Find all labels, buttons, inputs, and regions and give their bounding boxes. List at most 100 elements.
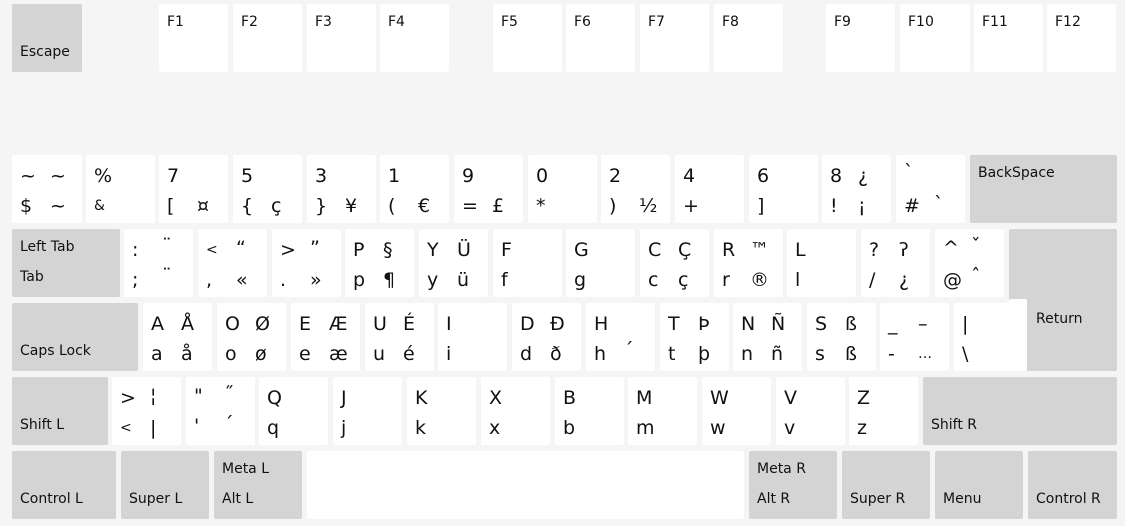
f6-key[interactable]: F6 xyxy=(566,4,635,72)
f4-key[interactable]: F4 xyxy=(380,4,449,72)
letter-key-bottom-11[interactable]: Z z xyxy=(849,377,918,445)
letter-key-bottom-1[interactable]: > ¦ < | xyxy=(112,377,181,445)
key-label: F10 xyxy=(908,14,934,30)
letter-key-bottom-6[interactable]: X x xyxy=(481,377,550,445)
glyph-shift: I xyxy=(446,313,452,335)
space-bar[interactable] xyxy=(307,451,744,519)
f5-key[interactable]: F5 xyxy=(493,4,562,72)
letter-key-home-9[interactable]: N Ñ n ñ xyxy=(733,303,802,371)
letter-key-home-4[interactable]: U É u é xyxy=(365,303,434,371)
letter-key-bottom-4[interactable]: J j xyxy=(333,377,402,445)
key-label: Control L xyxy=(20,491,83,507)
glyph-base: * xyxy=(536,195,546,217)
number-key-9[interactable]: 2 ) ½ xyxy=(601,155,670,223)
glyph-base: c xyxy=(648,269,659,291)
f11-key[interactable]: F11 xyxy=(974,4,1043,72)
glyph-shift: 5 xyxy=(241,165,254,187)
number-key-4[interactable]: 5 { ç xyxy=(233,155,302,223)
glyph-base: . xyxy=(280,269,287,291)
letter-key-home-3[interactable]: E Æ e æ xyxy=(291,303,360,371)
number-key-1[interactable]: ~ ~ $ ~ xyxy=(12,155,82,223)
menu-key[interactable]: Menu xyxy=(935,451,1023,519)
escape-key[interactable]: Escape xyxy=(12,4,82,72)
letter-key-home-5[interactable]: I i xyxy=(438,303,507,371)
letter-key-top-1[interactable]: : ¨ ; ¨ xyxy=(124,229,193,297)
control-right-key[interactable]: Control R xyxy=(1028,451,1117,519)
number-key-10[interactable]: 4 + xyxy=(675,155,744,223)
super-right-key[interactable]: Super R xyxy=(842,451,930,519)
glyph-shift: L xyxy=(795,239,806,261)
glyph-base: ] xyxy=(757,195,765,217)
caps-lock-key[interactable]: Caps Lock xyxy=(12,303,138,371)
number-key-5[interactable]: 3 } ¥ xyxy=(307,155,376,223)
glyph-base: ) xyxy=(609,195,617,217)
letter-key-top-6[interactable]: F f xyxy=(493,229,562,297)
letter-key-top-4[interactable]: P § p ¶ xyxy=(345,229,414,297)
number-key-3[interactable]: 7 [ ¤ xyxy=(159,155,228,223)
letter-key-top-11[interactable]: ? ʔ / ¿ xyxy=(861,229,930,297)
number-key-7[interactable]: 9 = £ xyxy=(454,155,523,223)
glyph-shift: X xyxy=(489,387,503,409)
letter-key-home-2[interactable]: O Ø o ø xyxy=(217,303,286,371)
glyph-base: } xyxy=(315,195,328,217)
letter-key-home-12[interactable]: | \ xyxy=(954,303,1023,371)
alt-right-key[interactable]: Meta R Alt R xyxy=(749,451,837,519)
letter-key-bottom-3[interactable]: Q q xyxy=(259,377,328,445)
shift-right-key[interactable]: Shift R xyxy=(923,377,1117,445)
glyph-base: y xyxy=(427,269,439,291)
f9-key[interactable]: F9 xyxy=(826,4,895,72)
glyph-shift: S xyxy=(815,313,828,335)
letter-key-bottom-9[interactable]: W w xyxy=(702,377,771,445)
f2-key[interactable]: F2 xyxy=(233,4,302,72)
f7-key[interactable]: F7 xyxy=(640,4,709,72)
f8-key[interactable]: F8 xyxy=(714,4,783,72)
letter-key-bottom-8[interactable]: M m xyxy=(628,377,697,445)
glyph-alt: æ xyxy=(329,343,348,365)
f3-key[interactable]: F3 xyxy=(307,4,376,72)
glyph-base: / xyxy=(869,269,876,291)
number-key-2[interactable]: % & xyxy=(86,155,155,223)
letter-key-home-1[interactable]: A Å a å xyxy=(143,303,212,371)
letter-key-top-3[interactable]: > ” . » xyxy=(272,229,341,297)
number-key-8[interactable]: 0 * xyxy=(528,155,597,223)
key-label-bottom: Alt L xyxy=(222,491,254,507)
glyph-shift: Q xyxy=(267,387,282,409)
shift-left-key[interactable]: Shift L xyxy=(12,377,108,445)
letter-key-bottom-5[interactable]: K k xyxy=(407,377,476,445)
key-label: F7 xyxy=(648,14,665,30)
glyph-base: < xyxy=(120,420,132,436)
alt-left-key[interactable]: Meta L Alt L xyxy=(214,451,302,519)
key-label: F4 xyxy=(388,14,405,30)
number-key-11[interactable]: 6 ] xyxy=(749,155,818,223)
letter-key-home-11[interactable]: _ – - … xyxy=(880,303,949,371)
letter-key-top-7[interactable]: G g xyxy=(566,229,635,297)
glyph-base: e xyxy=(299,343,311,365)
letter-key-top-5[interactable]: Y Ü y ü xyxy=(419,229,488,297)
number-key-13[interactable]: ` # ` xyxy=(896,155,965,223)
letter-key-home-7[interactable]: H h ´ xyxy=(586,303,655,371)
super-left-key[interactable]: Super L xyxy=(121,451,209,519)
number-key-6[interactable]: 1 ( € xyxy=(380,155,449,223)
letter-key-home-8[interactable]: T Þ t þ xyxy=(660,303,729,371)
letter-key-top-12[interactable]: ^ ˇ @ ˆ xyxy=(935,229,1004,297)
letter-key-home-6[interactable]: D Đ d ð xyxy=(512,303,581,371)
letter-key-top-2[interactable]: < “ , « xyxy=(198,229,267,297)
glyph-shift: A xyxy=(151,313,164,335)
glyph-alt: ñ xyxy=(771,343,784,365)
glyph-base: d xyxy=(520,343,533,365)
letter-key-bottom-2[interactable]: " ˝ ' ´ xyxy=(186,377,255,445)
letter-key-top-9[interactable]: R ™ r ® xyxy=(714,229,783,297)
tab-key[interactable]: Left Tab Tab xyxy=(12,229,120,297)
letter-key-bottom-7[interactable]: B b xyxy=(555,377,624,445)
letter-key-top-10[interactable]: L l xyxy=(787,229,856,297)
letter-key-home-10[interactable]: S ß s ß xyxy=(807,303,876,371)
f12-key[interactable]: F12 xyxy=(1047,4,1116,72)
backspace-key[interactable]: BackSpace xyxy=(970,155,1117,223)
letter-key-top-8[interactable]: C Ç c ç xyxy=(640,229,709,297)
control-left-key[interactable]: Control L xyxy=(12,451,116,519)
f1-key[interactable]: F1 xyxy=(159,4,228,72)
number-key-12[interactable]: 8 ¿ ! ¡ xyxy=(822,155,891,223)
glyph-base: = xyxy=(462,195,478,217)
f10-key[interactable]: F10 xyxy=(900,4,970,72)
letter-key-bottom-10[interactable]: V v xyxy=(776,377,845,445)
